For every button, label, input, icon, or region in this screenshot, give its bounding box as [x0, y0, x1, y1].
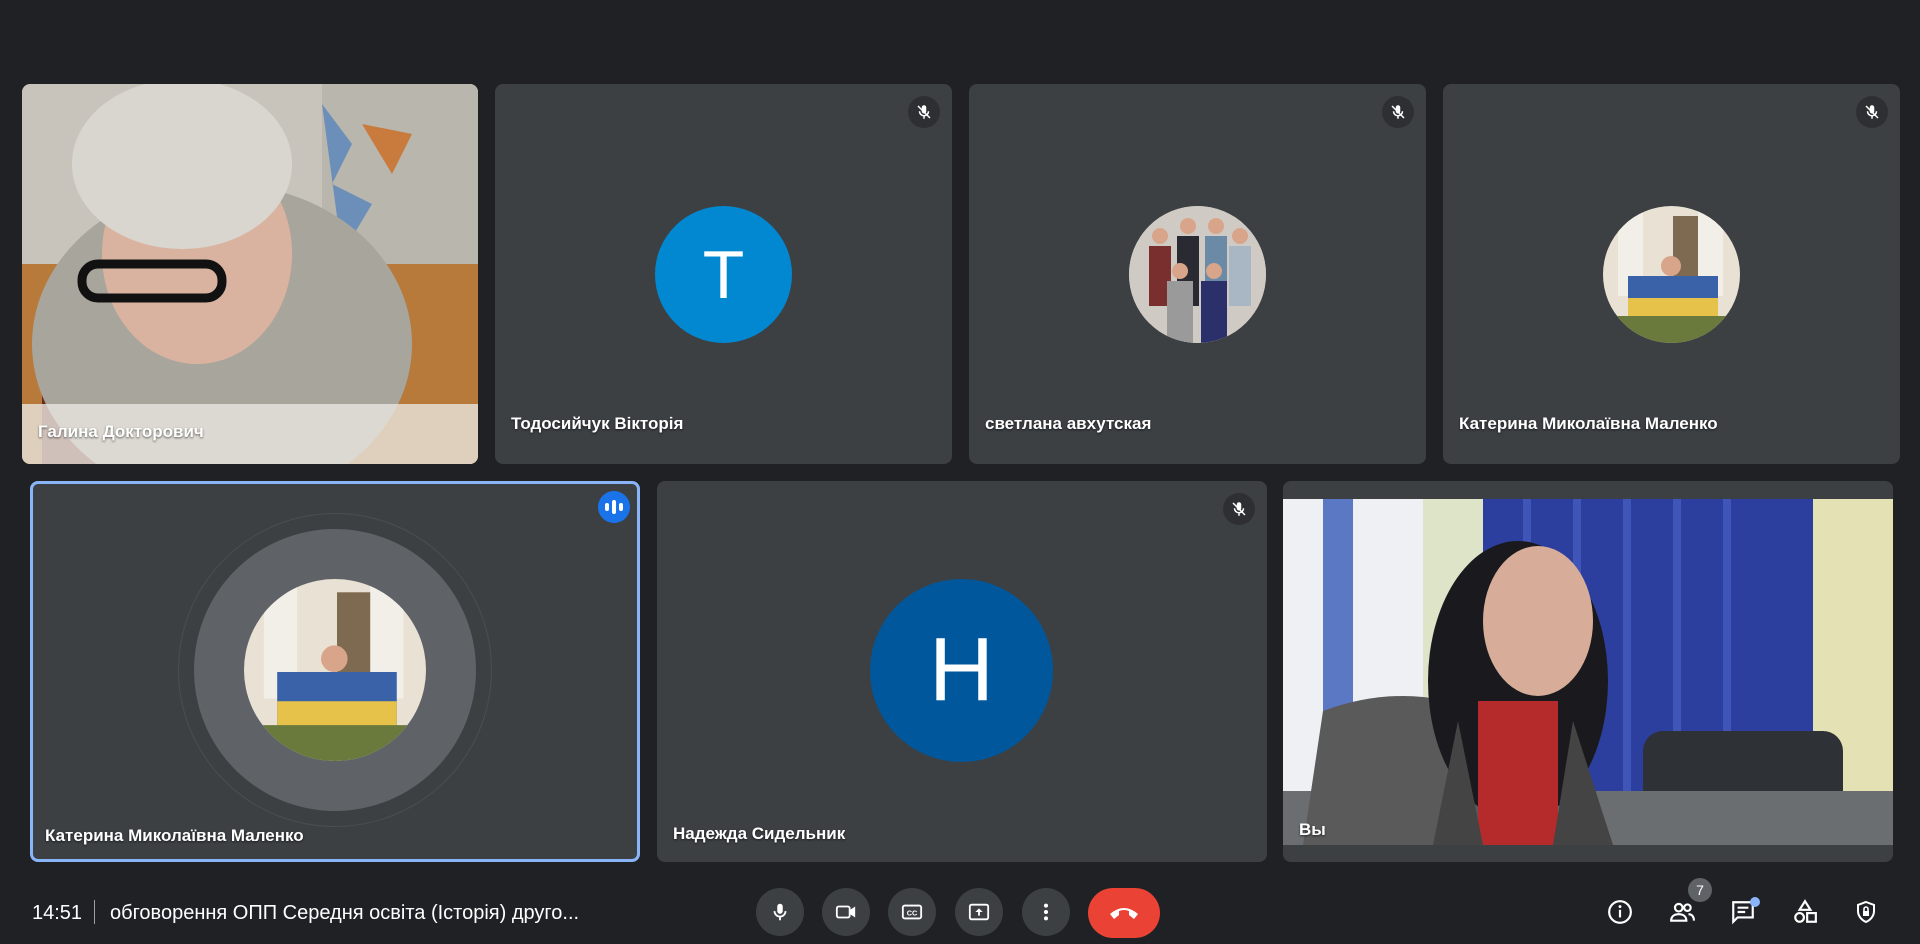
divider: [94, 900, 95, 924]
people-icon: [1670, 902, 1695, 922]
activities-icon: [1794, 899, 1817, 923]
mic-off-icon: [1382, 96, 1414, 128]
participant-name: Катерина Миколаївна Маленко: [45, 826, 304, 845]
more-options-button[interactable]: [1022, 888, 1070, 936]
participant-name: Вы: [1299, 820, 1326, 839]
participant-tile-self[interactable]: Вы: [1283, 481, 1893, 862]
host-controls-button[interactable]: [1846, 892, 1886, 932]
participant-name: Катерина Миколаївна Маленко: [1459, 414, 1718, 433]
svg-text:CC: CC: [907, 909, 918, 918]
participant-tile-galyna[interactable]: Галина Докторович: [22, 84, 478, 464]
participant-tile-todosiichuk[interactable]: T Тодосийчук Вікторія: [495, 84, 952, 464]
hang-up-button[interactable]: [1088, 888, 1160, 938]
hang-up-icon: [1110, 908, 1138, 919]
avatar-photo: [244, 579, 426, 761]
video-feed-self: [1283, 481, 1893, 862]
more-options-icon: [1043, 903, 1049, 921]
mic-off-icon: [908, 96, 940, 128]
microphone-button[interactable]: [756, 888, 804, 936]
avatar-photo: [1129, 206, 1266, 343]
mic-off-icon: [1223, 493, 1255, 525]
speaking-indicator-icon: [598, 491, 630, 523]
activities-button[interactable]: [1785, 892, 1825, 932]
captions-button[interactable]: CC: [888, 888, 936, 936]
participant-name: Галина Докторович: [38, 422, 204, 441]
info-button[interactable]: [1600, 892, 1640, 932]
chat-notification-dot: [1750, 897, 1760, 907]
participant-count-badge: 7: [1688, 878, 1712, 902]
meeting-title: обговорення ОПП Середня освіта (Історія)…: [110, 902, 580, 924]
camera-button[interactable]: [822, 888, 870, 936]
present-button[interactable]: [955, 888, 1003, 936]
participant-name: светлана авхутская: [985, 414, 1152, 433]
participant-tile-kateryna-top[interactable]: Катерина Миколаївна Маленко: [1443, 84, 1900, 464]
avatar-initial: T: [655, 206, 792, 343]
host-controls-icon: [1857, 900, 1875, 924]
avatar-photo: [1603, 206, 1740, 343]
camera-icon: [835, 905, 856, 919]
participant-name: Надежда Сидельник: [673, 824, 846, 843]
info-icon: [1608, 900, 1632, 924]
clock: 14:51: [32, 902, 83, 924]
microphone-icon: [773, 903, 787, 921]
mic-off-icon: [1856, 96, 1888, 128]
participant-tile-nadezhda[interactable]: H Надежда Сидельник: [657, 481, 1267, 862]
captions-icon: CC: [901, 904, 923, 920]
avatar-initial: H: [870, 579, 1053, 762]
participant-tile-kateryna-speaking[interactable]: Катерина Миколаївна Маленко: [30, 481, 640, 862]
participant-tile-svetlana[interactable]: светлана авхутская: [969, 84, 1426, 464]
bottom-toolbar: 14:51 обговорення ОПП Середня освіта (Іс…: [0, 870, 1920, 944]
present-icon: [968, 903, 990, 921]
video-feed-galyna: [22, 84, 478, 464]
participant-name: Тодосийчук Вікторія: [511, 414, 684, 433]
